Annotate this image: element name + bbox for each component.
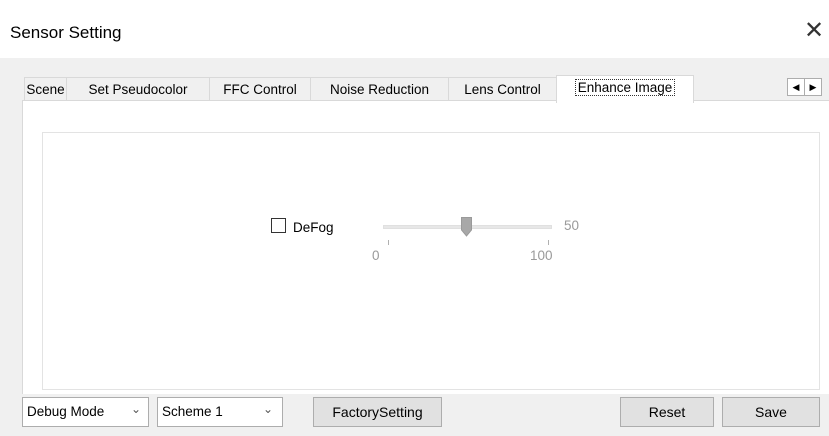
enhance-image-group xyxy=(42,132,820,390)
tab-scroll-buttons: ◀ ▶ xyxy=(787,78,825,96)
window-title: Sensor Setting xyxy=(10,23,122,42)
tab-label: Set Pseudocolor xyxy=(88,82,188,97)
mode-select-value: Debug Mode xyxy=(27,404,105,419)
tab-label: Lens Control xyxy=(464,82,541,97)
tab-panel xyxy=(22,100,829,394)
dialog-body: Scene Set Pseudocolor FFC Control Noise … xyxy=(0,58,829,436)
tab-label: Enhance Image xyxy=(574,79,676,96)
scheme-select[interactable]: Scheme 1 ⌄ xyxy=(157,397,283,427)
tab-label: Noise Reduction xyxy=(329,82,430,97)
chevron-down-icon: ⌄ xyxy=(263,402,274,416)
scroll-right-icon[interactable]: ▶ xyxy=(804,78,822,96)
defog-slider-thumb[interactable] xyxy=(461,217,472,237)
slider-min-label: 0 xyxy=(372,248,380,263)
chevron-down-icon: ⌄ xyxy=(131,402,142,416)
factory-setting-button[interactable]: FactorySetting xyxy=(313,397,442,427)
slider-max-label: 100 xyxy=(530,248,553,263)
close-icon[interactable]: ✕ xyxy=(800,14,828,48)
scheme-select-value: Scheme 1 xyxy=(162,404,223,419)
slider-tick xyxy=(388,240,389,245)
slider-tick xyxy=(548,240,549,245)
defog-label: DeFog xyxy=(293,220,334,235)
tab-enhance-image[interactable]: Enhance Image xyxy=(556,75,694,103)
tab-scene[interactable]: Scene xyxy=(24,77,67,101)
tab-noise-reduction[interactable]: Noise Reduction xyxy=(310,77,449,101)
tab-label: Scene xyxy=(26,82,65,97)
title-bar: Sensor Setting ✕ xyxy=(0,0,829,58)
defog-value: 50 xyxy=(564,218,580,233)
scroll-left-icon[interactable]: ◀ xyxy=(787,78,805,96)
reset-button[interactable]: Reset xyxy=(620,397,714,427)
tab-set-pseudocolor[interactable]: Set Pseudocolor xyxy=(66,77,210,101)
tab-lens-control[interactable]: Lens Control xyxy=(448,77,557,101)
save-button[interactable]: Save xyxy=(722,397,820,427)
tab-label: FFC Control xyxy=(223,82,297,97)
mode-select[interactable]: Debug Mode ⌄ xyxy=(22,397,149,427)
defog-checkbox[interactable] xyxy=(271,218,286,233)
tab-ffc-control[interactable]: FFC Control xyxy=(209,77,311,101)
